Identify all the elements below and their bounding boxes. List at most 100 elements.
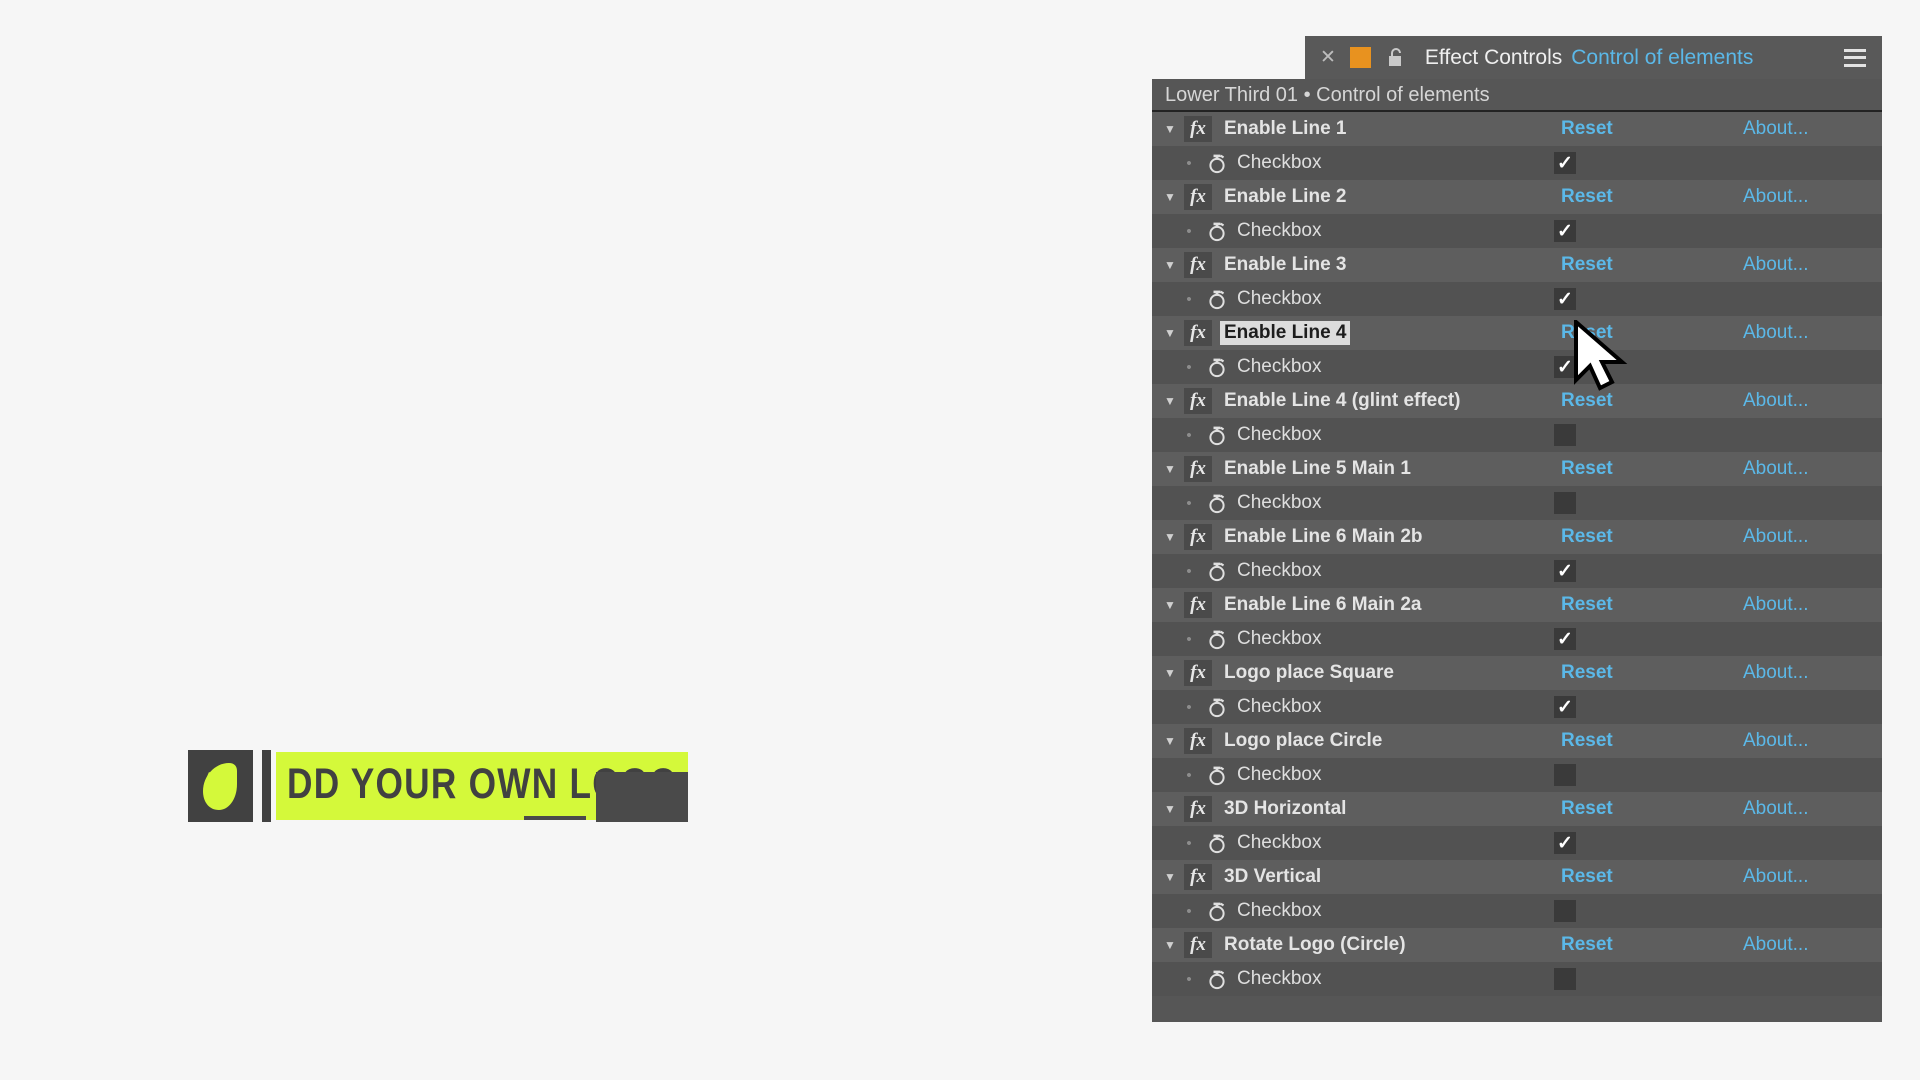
chevron-down-icon[interactable]: ▼ [1156, 395, 1184, 407]
parameter-row[interactable]: • Checkbox ✓ [1152, 622, 1882, 656]
effect-row[interactable]: ▼ fx Enable Line 1 Reset About... [1152, 112, 1882, 146]
effect-title[interactable]: Enable Line 6 Main 2a [1220, 593, 1425, 617]
effect-row[interactable]: ▼ fx Enable Line 4 (glint effect) Reset Abou… [1152, 384, 1882, 418]
stopwatch-icon[interactable] [1206, 628, 1228, 650]
chevron-down-icon[interactable]: ▼ [1156, 871, 1184, 883]
reset-link[interactable]: Reset [1561, 118, 1613, 140]
effect-row[interactable]: ▼ fx 3D Vertical Reset About... [1152, 860, 1882, 894]
reset-link[interactable]: Reset [1561, 458, 1613, 480]
color-swatch-icon[interactable] [1349, 47, 1371, 68]
effect-title[interactable]: 3D Horizontal [1220, 797, 1350, 821]
stopwatch-icon[interactable] [1206, 356, 1228, 378]
effect-title[interactable]: Logo place Square [1220, 661, 1398, 685]
fx-icon[interactable]: fx [1184, 864, 1212, 890]
checkbox-control[interactable]: ✓ [1554, 356, 1576, 378]
fx-icon[interactable]: fx [1184, 456, 1212, 482]
chevron-down-icon[interactable]: ▼ [1156, 327, 1184, 339]
stopwatch-icon[interactable] [1206, 832, 1228, 854]
effect-row[interactable]: ▼ fx 3D Horizontal Reset About... [1152, 792, 1882, 826]
reset-link[interactable]: Reset [1561, 662, 1613, 684]
checkbox-control[interactable] [1554, 764, 1576, 786]
effect-row[interactable]: ▼ fx Enable Line 2 Reset About... [1152, 180, 1882, 214]
chevron-down-icon[interactable]: ▼ [1156, 599, 1184, 611]
fx-icon[interactable]: fx [1184, 184, 1212, 210]
about-link[interactable]: About... [1743, 934, 1809, 956]
fx-icon[interactable]: fx [1184, 796, 1212, 822]
stopwatch-icon[interactable] [1206, 220, 1228, 242]
checkbox-control[interactable] [1554, 900, 1576, 922]
stopwatch-icon[interactable] [1206, 764, 1228, 786]
fx-icon[interactable]: fx [1184, 592, 1212, 618]
parameter-row[interactable]: • Checkbox ✓ [1152, 282, 1882, 316]
effect-title[interactable]: Enable Line 2 [1220, 185, 1350, 209]
reset-link[interactable]: Reset [1561, 934, 1613, 956]
chevron-down-icon[interactable]: ▼ [1156, 939, 1184, 951]
checkbox-control[interactable] [1554, 424, 1576, 446]
about-link[interactable]: About... [1743, 254, 1809, 276]
reset-link[interactable]: Reset [1561, 866, 1613, 888]
stopwatch-icon[interactable] [1206, 560, 1228, 582]
about-link[interactable]: About... [1743, 798, 1809, 820]
effect-row[interactable]: ▼ fx Enable Line 4 Reset About... [1152, 316, 1882, 350]
effect-row[interactable]: ▼ fx Enable Line 6 Main 2b Reset About... [1152, 520, 1882, 554]
parameter-row[interactable]: • Checkbox [1152, 894, 1882, 928]
effect-title[interactable]: 3D Vertical [1220, 865, 1325, 889]
parameter-row[interactable]: • Checkbox [1152, 418, 1882, 452]
parameter-row[interactable]: • Checkbox ✓ [1152, 690, 1882, 724]
chevron-down-icon[interactable]: ▼ [1156, 735, 1184, 747]
about-link[interactable]: About... [1743, 186, 1809, 208]
effect-row[interactable]: ▼ fx Logo place Square Reset About... [1152, 656, 1882, 690]
fx-icon[interactable]: fx [1184, 660, 1212, 686]
hamburger-menu-icon[interactable] [1844, 48, 1866, 67]
effect-title[interactable]: Enable Line 3 [1220, 253, 1350, 277]
chevron-down-icon[interactable]: ▼ [1156, 123, 1184, 135]
stopwatch-icon[interactable] [1206, 492, 1228, 514]
effect-title[interactable]: Enable Line 5 Main 1 [1220, 457, 1415, 481]
effect-row[interactable]: ▼ fx Enable Line 6 Main 2a Reset About... [1152, 588, 1882, 622]
parameter-row[interactable]: • Checkbox ✓ [1152, 826, 1882, 860]
stopwatch-icon[interactable] [1206, 696, 1228, 718]
stopwatch-icon[interactable] [1206, 968, 1228, 990]
chevron-down-icon[interactable]: ▼ [1156, 463, 1184, 475]
chevron-down-icon[interactable]: ▼ [1156, 667, 1184, 679]
effect-title[interactable]: Logo place Circle [1220, 729, 1386, 753]
fx-icon[interactable]: fx [1184, 116, 1212, 142]
effect-row[interactable]: ▼ fx Enable Line 3 Reset About... [1152, 248, 1882, 282]
reset-link[interactable]: Reset [1561, 390, 1613, 412]
checkbox-control[interactable]: ✓ [1554, 220, 1576, 242]
parameter-row[interactable]: • Checkbox [1152, 962, 1882, 996]
checkbox-control[interactable]: ✓ [1554, 696, 1576, 718]
reset-link[interactable]: Reset [1561, 322, 1613, 344]
about-link[interactable]: About... [1743, 390, 1809, 412]
panel-subtitle[interactable]: Control of elements [1571, 46, 1753, 70]
about-link[interactable]: About... [1743, 662, 1809, 684]
fx-icon[interactable]: fx [1184, 932, 1212, 958]
reset-link[interactable]: Reset [1561, 186, 1613, 208]
chevron-down-icon[interactable]: ▼ [1156, 191, 1184, 203]
parameter-row[interactable]: • Checkbox ✓ [1152, 350, 1882, 384]
fx-icon[interactable]: fx [1184, 388, 1212, 414]
checkbox-control[interactable] [1554, 968, 1576, 990]
chevron-down-icon[interactable]: ▼ [1156, 531, 1184, 543]
parameter-row[interactable]: • Checkbox [1152, 486, 1882, 520]
reset-link[interactable]: Reset [1561, 730, 1613, 752]
fx-icon[interactable]: fx [1184, 524, 1212, 550]
fx-icon[interactable]: fx [1184, 728, 1212, 754]
effect-row[interactable]: ▼ fx Logo place Circle Reset About... [1152, 724, 1882, 758]
reset-link[interactable]: Reset [1561, 594, 1613, 616]
stopwatch-icon[interactable] [1206, 288, 1228, 310]
checkbox-control[interactable]: ✓ [1554, 628, 1576, 650]
reset-link[interactable]: Reset [1561, 798, 1613, 820]
about-link[interactable]: About... [1743, 458, 1809, 480]
effect-row[interactable]: ▼ fx Enable Line 5 Main 1 Reset About... [1152, 452, 1882, 486]
close-icon[interactable]: ✕ [1320, 48, 1336, 67]
about-link[interactable]: About... [1743, 730, 1809, 752]
chevron-down-icon[interactable]: ▼ [1156, 803, 1184, 815]
effect-title[interactable]: Enable Line 6 Main 2b [1220, 525, 1427, 549]
reset-link[interactable]: Reset [1561, 526, 1613, 548]
fx-icon[interactable]: fx [1184, 320, 1212, 346]
about-link[interactable]: About... [1743, 526, 1809, 548]
panel-title[interactable]: Effect Controls [1425, 46, 1562, 70]
effect-title[interactable]: Enable Line 4 (glint effect) [1220, 389, 1464, 413]
stopwatch-icon[interactable] [1206, 152, 1228, 174]
